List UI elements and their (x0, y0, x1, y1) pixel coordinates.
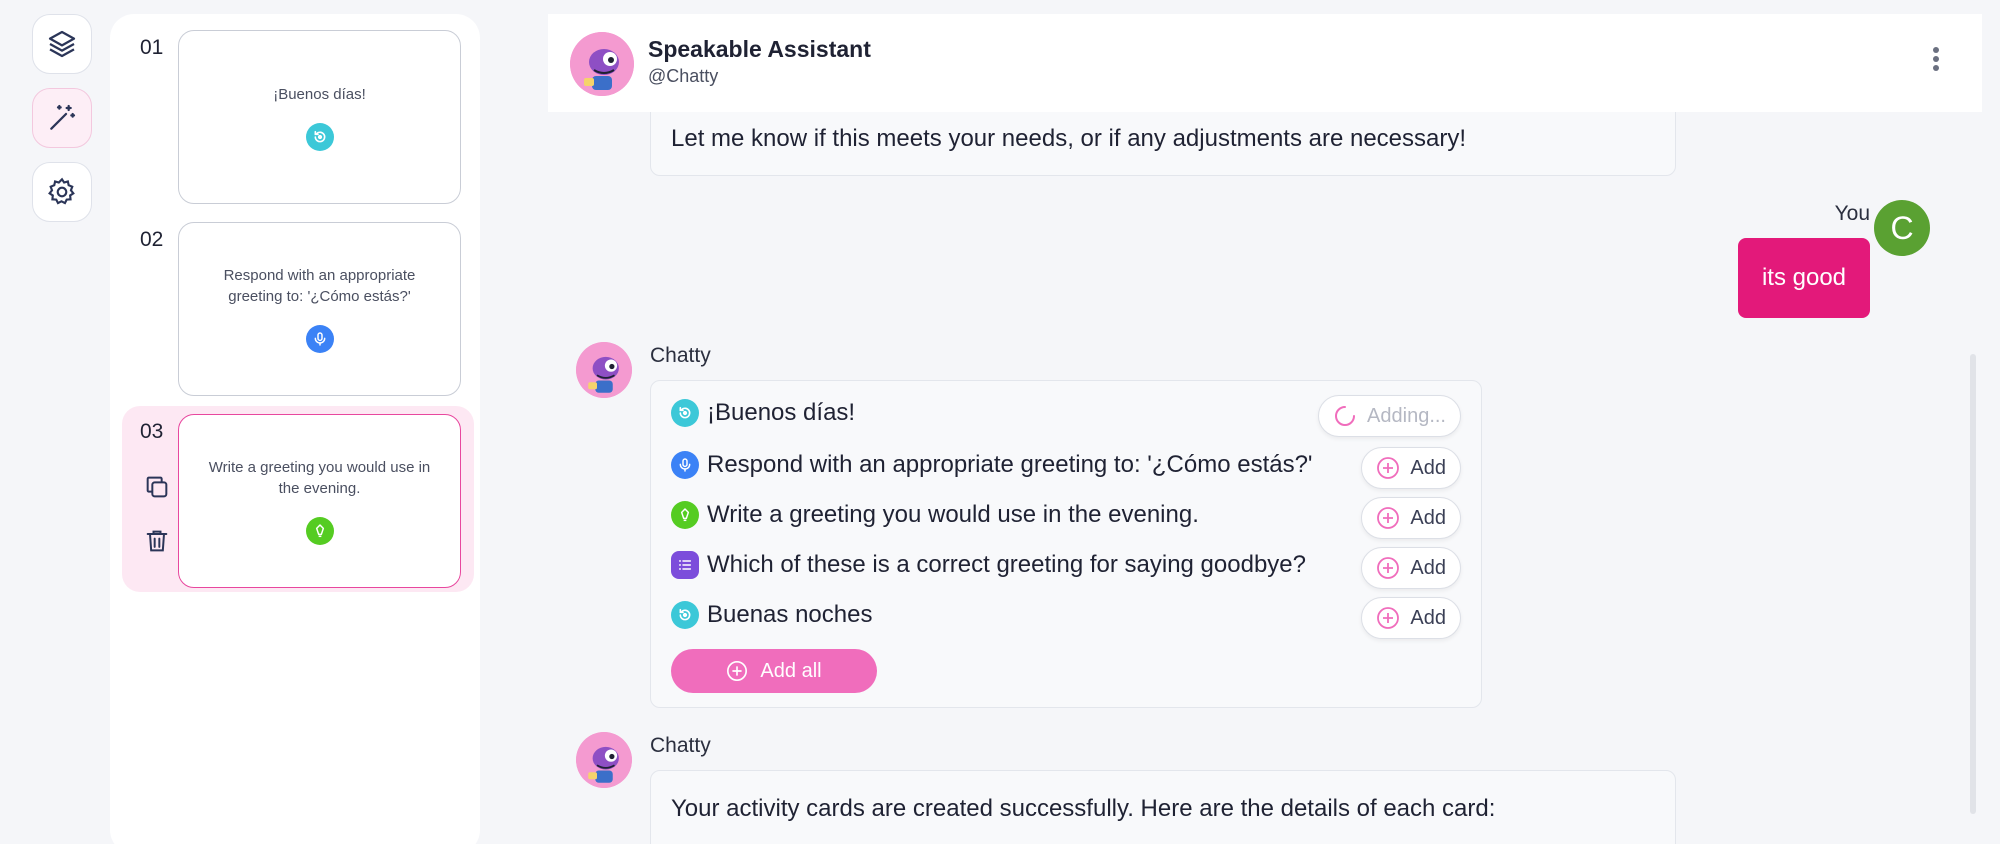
plus-circle-icon (1377, 507, 1400, 529)
layers-button[interactable] (32, 14, 92, 74)
add-button[interactable]: Add (1361, 547, 1461, 589)
settings-button[interactable] (32, 162, 92, 222)
adding-button[interactable]: Adding... (1318, 395, 1461, 437)
add-button-label: Add (1410, 556, 1446, 579)
card-number: 01 (140, 36, 164, 59)
suggestion-item: ¡Buenos días! (671, 393, 855, 433)
chat-header: Speakable Assistant @Chatty (548, 14, 1982, 112)
chameleon-mascot-icon (570, 32, 634, 96)
repeat-audio-icon (671, 399, 699, 427)
plus-circle-icon (727, 661, 748, 681)
suggestion-text: Respond with an appropriate greeting to:… (707, 451, 1313, 478)
microphone-icon (671, 451, 699, 479)
add-button-label: Adding... (1367, 404, 1446, 427)
chat-scrollbar[interactable] (1966, 114, 1982, 844)
activity-card[interactable]: Respond with an appropriate greeting to:… (178, 222, 461, 396)
card-number: 02 (140, 228, 164, 251)
chameleon-mascot-icon (576, 732, 632, 788)
trash-icon (146, 530, 168, 552)
suggestion-text: Write a greeting you would use in the ev… (707, 501, 1199, 528)
message-text: Let me know if this meets your needs, or… (671, 125, 1467, 152)
pencil-icon (305, 517, 334, 545)
magic-wand-button[interactable] (32, 88, 92, 148)
suggestion-item: Respond with an appropriate greeting to:… (671, 445, 1313, 485)
add-button-label: Add (1410, 456, 1446, 479)
card-row-1[interactable]: 01 ¡Buenos días! (122, 22, 474, 208)
plus-circle-icon (1377, 457, 1400, 479)
suggestion-item: Write a greeting you would use in the ev… (671, 495, 1199, 535)
assistant-avatar (576, 732, 632, 788)
user-message-bubble: its good (1738, 238, 1870, 318)
kebab-dot (1933, 65, 1939, 71)
add-button-label: Add (1410, 606, 1446, 629)
scrollbar-thumb[interactable] (1970, 354, 1976, 814)
bot-name: Chatty (650, 734, 711, 757)
magic-wand-icon (50, 104, 76, 130)
plus-circle-icon (1377, 607, 1400, 629)
card-row-3[interactable]: 03 Write a greeting you would use in the… (122, 406, 474, 592)
suggestion-text: Which of these is a correct greeting for… (707, 551, 1306, 578)
left-rail (0, 0, 110, 844)
add-button[interactable]: Add (1361, 597, 1461, 639)
add-all-button[interactable]: Add all (671, 649, 877, 693)
more-options-button[interactable] (1926, 44, 1946, 74)
add-button[interactable]: Add (1361, 497, 1461, 539)
add-button[interactable]: Add (1361, 447, 1461, 489)
spinner-icon (1335, 406, 1356, 426)
suggestions-bubble: ¡Buenos días! Adding... Respond with an … (650, 380, 1482, 708)
activity-card[interactable]: ¡Buenos días! (178, 30, 461, 204)
repeat-audio-icon (671, 601, 699, 629)
copy-icon (146, 476, 168, 498)
activity-card[interactable]: Write a greeting you would use in the ev… (178, 414, 461, 588)
card-text: ¡Buenos días! (273, 85, 366, 103)
gear-icon (48, 177, 75, 205)
kebab-dot (1933, 56, 1939, 62)
plus-circle-icon (1377, 557, 1400, 579)
message-bubble: Your activity cards are created successf… (650, 770, 1676, 844)
suggestion-item: Which of these is a correct greeting for… (671, 545, 1306, 585)
card-text: Respond with an appropriate greeting to:… (223, 267, 416, 305)
user-label: You (1834, 202, 1870, 225)
pencil-icon (671, 501, 699, 529)
kebab-dot (1933, 47, 1939, 53)
repeat-audio-icon (305, 122, 334, 151)
duplicate-card-button[interactable] (142, 472, 172, 502)
assistant-avatar (570, 32, 634, 96)
card-text: Write a greeting you would use in the ev… (208, 459, 431, 497)
card-number: 03 (140, 420, 164, 443)
microphone-icon (305, 325, 334, 353)
suggestion-text: ¡Buenos días! (707, 399, 856, 426)
bot-name: Chatty (650, 344, 711, 367)
suggestion-text: Buenas noches (707, 601, 873, 628)
list-icon (671, 551, 699, 579)
assistant-avatar (576, 342, 632, 398)
delete-card-button[interactable] (142, 526, 172, 556)
assistant-handle: @Chatty (648, 66, 719, 86)
layers-icon (48, 30, 76, 58)
assistant-name: Speakable Assistant (648, 36, 871, 62)
add-all-label: Add all (760, 659, 822, 682)
card-row-2[interactable]: 02 Respond with an appropriate greeting … (122, 214, 474, 400)
message-text: Your activity cards are created successf… (671, 795, 1496, 822)
chameleon-mascot-icon (576, 342, 632, 398)
add-button-label: Add (1410, 506, 1446, 529)
suggestion-item: Buenas noches (671, 595, 872, 635)
user-avatar: C (1874, 200, 1930, 256)
chat-area: Let me know if this meets your needs, or… (548, 14, 1982, 844)
activity-cards-panel: 01 ¡Buenos días! 02 Respond with an appr… (110, 14, 480, 844)
